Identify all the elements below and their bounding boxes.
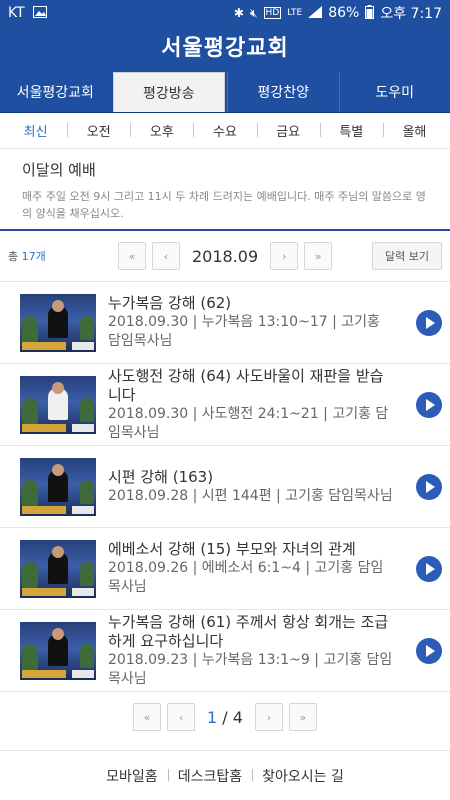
sub-tabs: 최신 오전 오후 수요 금요 특별 올해 [0,113,450,149]
video-thumbnail[interactable] [20,621,96,680]
video-thumbnail[interactable] [20,457,96,516]
current-page: 1 [207,707,218,727]
sermon-meta: 2018.09.23 | 누가복음 13:1~9 | 고기홍 담임목사님 [108,651,393,687]
subtab-wednesday[interactable]: 수요 [193,121,256,140]
directions-link[interactable]: 찾아오시는 길 [252,766,354,786]
total-value: 17개 [21,250,46,263]
subtab-friday[interactable]: 금요 [256,121,320,140]
first-month-button[interactable]: « [118,242,146,270]
subtab-morning[interactable]: 오전 [67,121,130,140]
tab-seoul-pyeonggang[interactable]: 서울평강교회 [0,72,111,112]
tab-helper[interactable]: 도우미 [338,72,450,112]
sermon-meta: 2018.09.30 | 누가복음 13:10~17 | 고기홍 담임목사님 [108,314,380,349]
carrier-label: KT [8,5,25,21]
subtab-latest[interactable]: 최신 [4,121,67,140]
total-count: 총 17개 [8,248,118,264]
church-logo[interactable]: 서울평강교회 [161,30,288,62]
current-month: 2018.09 [192,246,259,266]
play-icon[interactable] [416,555,442,582]
sermon-meta: 2018.09.26 | 에베소서 6:1~4 | 고기홍 담임목사님 [108,560,384,595]
status-bar: KT ✱ 🔇︎ HD LTE 86% 오후 7:17 [0,0,450,26]
battery-percent: 86% [328,5,360,21]
calendar-view-button[interactable]: 달력 보기 [372,242,442,270]
play-icon[interactable] [416,309,442,336]
sermon-meta: 2018.09.30 | 사도행전 24:1~21 | 고기홍 담임목사님 [108,405,389,441]
list-item[interactable]: 누가복음 강해 (62) 2018.09.30 | 누가복음 13:10~17 … [0,282,450,364]
play-icon[interactable] [416,473,442,500]
total-prefix: 총 [8,250,19,263]
list-item[interactable]: 사도행전 강해 (64) 사도바울이 재판을 받습니다 2018.09.30 |… [0,364,450,446]
sermon-title[interactable]: 시편 강해 (163) [108,468,396,487]
tab-broadcast[interactable]: 평강방송 [112,72,225,112]
sermon-list: 누가복음 강해 (62) 2018.09.30 | 누가복음 13:10~17 … [0,281,450,692]
page-pagination: « ‹ 1 / 4 › » [0,692,450,742]
month-pager: « ‹ 2018.09 › » [118,242,333,270]
footer-links: 모바일홈 데스크탑홈 찾아오시는 길 [0,750,450,800]
last-page-button[interactable]: » [288,703,317,731]
last-month-button[interactable]: » [304,242,333,270]
list-item[interactable]: 에베소서 강해 (15) 부모와 자녀의 관계 2018.09.26 | 에베소… [0,528,450,610]
desktop-home-link[interactable]: 데스크탑홈 [167,766,252,786]
video-thumbnail[interactable] [20,293,96,352]
clock: 오후 7:17 [380,6,442,22]
sermon-title[interactable]: 사도행전 강해 (64) 사도바울이 재판을 받습니다 [108,367,396,405]
bluetooth-icon: ✱ [233,6,244,20]
tab-praise[interactable]: 평강찬양 [227,72,339,112]
battery-icon [365,4,375,22]
subtab-this-year[interactable]: 올해 [382,121,446,140]
section-description: 매주 주일 오전 9시 그리고 11시 두 차례 드려지는 예배입니다. 매주 … [22,190,426,220]
mute-icon: 🔇︎ [249,5,258,20]
next-page-button[interactable]: › [254,703,283,731]
play-icon[interactable] [416,637,442,664]
section-title: 이달의 예배 [22,161,96,179]
next-month-button[interactable]: › [270,242,299,270]
month-controls: 총 17개 « ‹ 2018.09 › » 달력 보기 [0,231,450,281]
total-pages: 4 [232,707,243,727]
list-item[interactable]: 누가복음 강해 (61) 주께서 항상 회개는 조급하게 요구하십니다 2018… [0,610,450,692]
video-thumbnail[interactable] [20,539,96,598]
sermon-meta: 2018.09.28 | 시편 144편 | 고기홍 담임목사님 [108,487,393,504]
sermon-title[interactable]: 누가복음 강해 (61) 주께서 항상 회개는 조급하게 요구하십니다 [108,613,396,651]
play-icon[interactable] [416,391,442,418]
subtab-special[interactable]: 특별 [319,121,383,140]
list-item[interactable]: 시편 강해 (163) 2018.09.28 | 시편 144편 | 고기홍 담… [0,446,450,528]
video-thumbnail[interactable] [20,375,96,434]
page-separator: / [222,707,228,727]
sermon-title[interactable]: 에베소서 강해 (15) 부모와 자녀의 관계 [108,540,396,559]
signal-icon [308,5,323,21]
main-tabs: 서울평강교회 평강방송 평강찬양 도우미 [0,66,450,113]
prev-page-button[interactable]: ‹ [167,703,196,731]
sermon-title[interactable]: 누가복음 강해 (62) [108,294,396,313]
first-page-button[interactable]: « [133,703,162,731]
lte-icon: LTE [287,8,303,18]
hd-icon: HD [263,7,282,19]
page-indicator: 1 / 4 [201,708,249,727]
image-icon [32,5,47,21]
section-intro: 이달의 예배 매주 주일 오전 9시 그리고 11시 두 차례 드려지는 예배입… [0,149,450,231]
subtab-afternoon[interactable]: 오후 [130,121,193,140]
app-header: 서울평강교회 [0,26,450,66]
prev-month-button[interactable]: ‹ [152,242,180,270]
mobile-home-link[interactable]: 모바일홈 [96,766,168,786]
